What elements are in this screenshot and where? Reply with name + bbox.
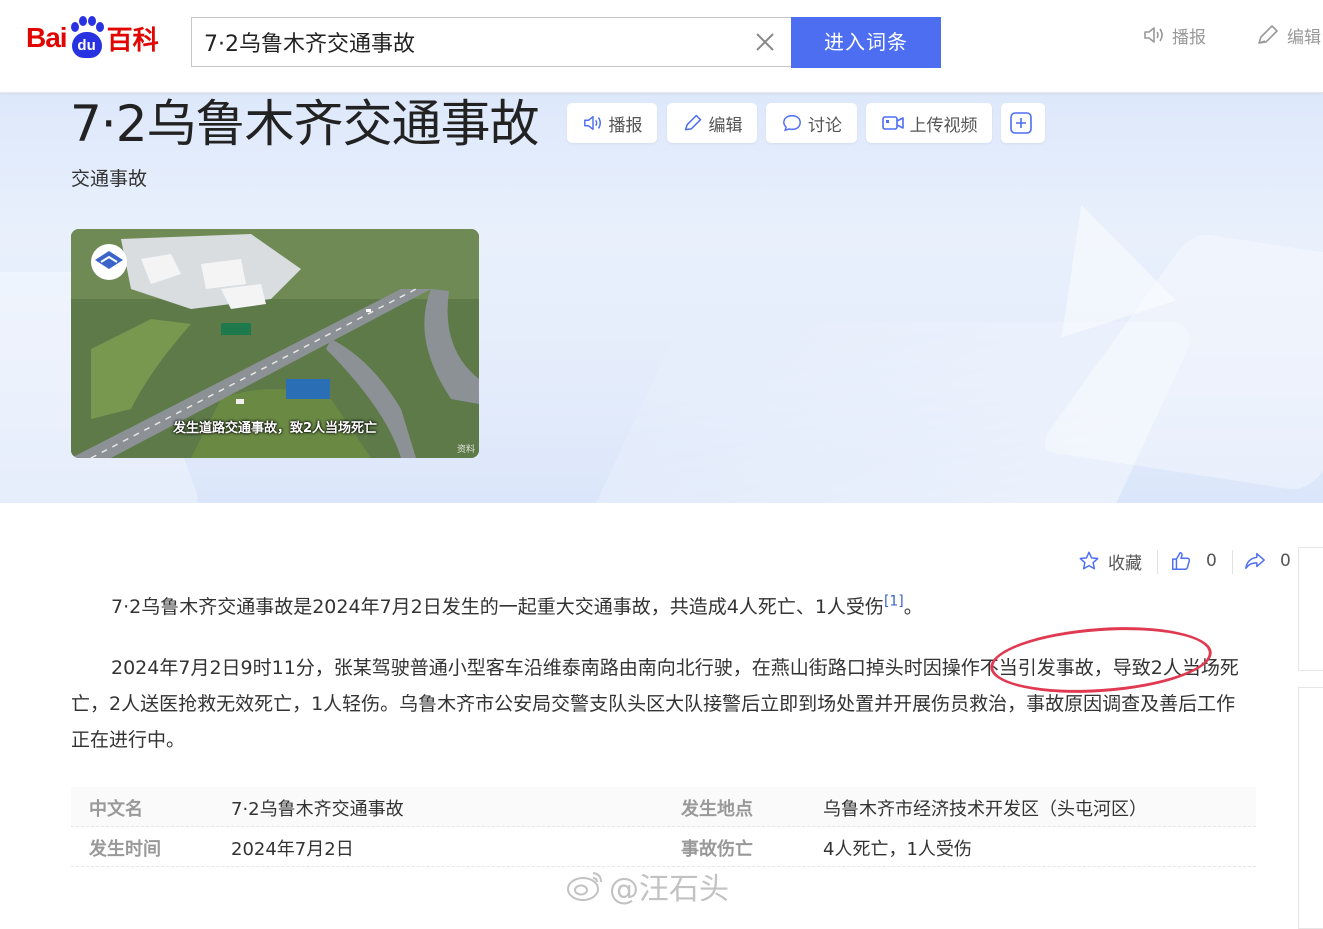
broadcast-label: 播报 (608, 115, 643, 136)
clear-icon[interactable] (753, 30, 777, 54)
search-box (191, 17, 791, 67)
entry-banner: 7·2乌鲁木齐交通事故 交通事故 播报 编辑 讨论 上传视频 发生道路交通事故，… (0, 92, 1323, 503)
star-icon (1079, 551, 1099, 570)
pencil-icon (684, 114, 701, 131)
weibo-logo-icon (567, 872, 602, 901)
search-input[interactable] (192, 18, 744, 66)
infobox: 中文名 7·2乌鲁木齐交通事故 发生地点 乌鲁木齐市经济技术开发区（头屯河区） … (71, 787, 1256, 867)
infobox-value: 7·2乌鲁木齐交通事故 (231, 799, 404, 820)
entry-category: 交通事故 (71, 168, 148, 190)
pencil-icon (1258, 25, 1278, 44)
share-arrow-icon (1245, 552, 1265, 570)
summary-text: 7·2乌鲁木齐交通事故是2024年7月2日发生的一起重大交通事故，共造成4人死亡… (111, 596, 884, 618)
header-broadcast-label: 播报 (1172, 27, 1206, 48)
upload-video-button[interactable]: 上传视频 (866, 103, 992, 143)
summary-end: 。 (903, 596, 923, 618)
share-count: 0 (1280, 551, 1291, 571)
header-broadcast-button[interactable]: 播报 (1142, 22, 1206, 48)
discuss-label: 讨论 (808, 115, 842, 136)
page-title: 7·2乌鲁木齐交通事故 (70, 95, 540, 153)
side-panel-lower (1298, 687, 1323, 929)
chat-bubble-icon (783, 114, 801, 132)
favorite-button[interactable]: 收藏 (1078, 548, 1142, 574)
edit-button[interactable]: 编辑 (667, 103, 757, 143)
weibo-watermark: @汪石头 (565, 864, 729, 908)
add-button[interactable] (1001, 103, 1045, 143)
favorite-label: 收藏 (1108, 553, 1142, 574)
like-button[interactable]: 0 (1170, 548, 1217, 574)
infobox-key: 事故伤亡 (681, 839, 753, 860)
logo-du-text: du (71, 32, 102, 58)
infobox-row: 中文名 7·2乌鲁木齐交通事故 发生地点 乌鲁木齐市经济技术开发区（头屯河区） (71, 787, 1256, 827)
baidu-baike-logo[interactable]: Bai du 百科 (26, 14, 159, 62)
watermark-text: @汪石头 (609, 872, 729, 907)
summary-paragraph: 7·2乌鲁木齐交通事故是2024年7月2日发生的一起重大交通事故，共造成4人死亡… (71, 589, 1251, 625)
edit-label: 编辑 (708, 115, 743, 136)
share-button[interactable]: 0 (1244, 548, 1291, 574)
plus-box-icon (1009, 112, 1032, 134)
speaker-icon (583, 115, 601, 131)
enter-entry-button[interactable]: 进入词条 (791, 17, 941, 68)
speaker-icon (1144, 27, 1163, 43)
entry-photo[interactable]: 发生道路交通事故，致2人当场死亡 资料 (71, 229, 479, 458)
discuss-button[interactable]: 讨论 (766, 103, 857, 143)
photo-watermark: 资料 (456, 445, 475, 455)
infobox-key: 发生时间 (89, 839, 161, 860)
photo-caption: 发生道路交通事故，致2人当场死亡 (172, 421, 378, 436)
infobox-value: 4人死亡，1人受伤 (823, 839, 972, 860)
infobox-row: 发生时间 2024年7月2日 事故伤亡 4人死亡，1人受伤 (71, 827, 1256, 867)
infobox-value: 2024年7月2日 (231, 839, 354, 860)
paw-icon: du (69, 16, 105, 60)
citation-link[interactable]: [1] (884, 594, 904, 610)
top-header: Bai du 百科 进入词条 播报 编辑 (0, 0, 1323, 93)
infobox-value: 乌鲁木齐市经济技术开发区（头屯河区） (823, 799, 1147, 820)
thumbs-up-icon (1172, 552, 1191, 570)
header-edit-label: 编辑 (1287, 27, 1321, 48)
side-panel (1298, 547, 1323, 671)
infobox-key: 发生地点 (681, 799, 753, 820)
like-count: 0 (1206, 551, 1217, 571)
broadcast-button[interactable]: 播报 (567, 103, 657, 143)
header-edit-button[interactable]: 编辑 (1255, 22, 1321, 48)
upload-video-label: 上传视频 (909, 115, 978, 136)
logo-baike-text: 百科 (106, 25, 159, 56)
logo-bai-text: Bai (26, 22, 68, 53)
video-camera-icon (881, 116, 904, 130)
infobox-key: 中文名 (89, 799, 143, 820)
